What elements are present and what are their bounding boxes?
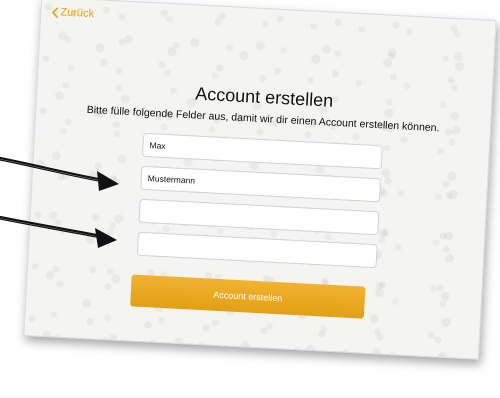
last-name-field[interactable]: [140, 165, 382, 203]
app-screen: Zurück Account erstellen Bitte fülle fol…: [23, 0, 497, 360]
back-button[interactable]: Zurück: [51, 6, 94, 20]
stage: Zurück Account erstellen Bitte fülle fol…: [0, 0, 500, 398]
fourth-field[interactable]: [136, 231, 378, 269]
chevron-left-icon: [52, 6, 59, 18]
back-label: Zurück: [60, 6, 95, 21]
create-account-button[interactable]: Account erstellen: [130, 274, 366, 319]
third-field[interactable]: [138, 198, 380, 236]
first-name-field[interactable]: [141, 132, 383, 170]
